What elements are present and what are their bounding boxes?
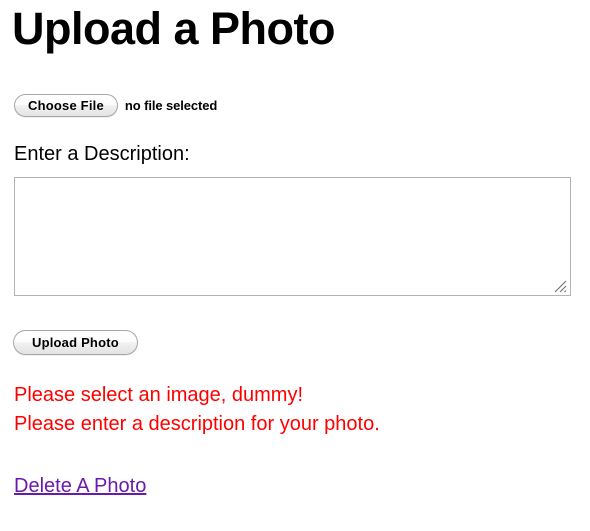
choose-file-button[interactable]: Choose File [14, 94, 118, 117]
submit-row: Upload Photo [13, 330, 138, 355]
file-input-row: Choose File no file selected [14, 94, 217, 117]
error-message: Please enter a description for your phot… [14, 413, 380, 435]
upload-photo-page: Upload a Photo Choose File no file selec… [0, 0, 590, 531]
upload-photo-button[interactable]: Upload Photo [13, 330, 138, 355]
delete-a-photo-link[interactable]: Delete A Photo [14, 474, 146, 498]
file-status-text: no file selected [124, 98, 218, 113]
description-label: Enter a Description: [14, 143, 190, 165]
page-title: Upload a Photo [12, 3, 336, 54]
error-message-list: Please select an image, dummy! Please en… [14, 381, 380, 439]
error-message: Please select an image, dummy! [14, 384, 304, 406]
description-input[interactable] [14, 177, 571, 296]
